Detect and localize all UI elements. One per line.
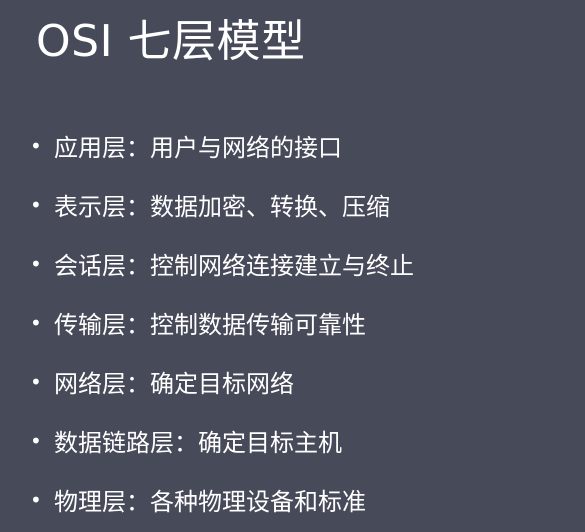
bullet-icon: • <box>30 487 42 512</box>
bullet-icon: • <box>30 133 42 158</box>
bullet-icon: • <box>30 369 42 394</box>
bullet-icon: • <box>30 192 42 217</box>
list-item: • 网络层：确定目标网络 <box>30 352 414 411</box>
list-item: • 应用层：用户与网络的接口 <box>30 116 414 175</box>
list-item: • 数据链路层：确定目标主机 <box>30 411 414 470</box>
list-item: • 表示层：数据加密、转换、压缩 <box>30 175 414 234</box>
list-item-text: 网络层：确定目标网络 <box>54 370 294 398</box>
slide: OSI 七层模型 • 应用层：用户与网络的接口 • 表示层：数据加密、转换、压缩… <box>0 0 585 532</box>
list-item-text: 数据链路层：确定目标主机 <box>54 429 342 457</box>
list-item: • 传输层：控制数据传输可靠性 <box>30 293 414 352</box>
list-item-text: 物理层：各种物理设备和标准 <box>54 488 366 516</box>
bullet-icon: • <box>30 428 42 453</box>
list-item-text: 应用层：用户与网络的接口 <box>54 134 342 162</box>
bullet-list: • 应用层：用户与网络的接口 • 表示层：数据加密、转换、压缩 • 会话层：控制… <box>30 116 414 529</box>
bullet-icon: • <box>30 310 42 335</box>
bullet-icon: • <box>30 251 42 276</box>
list-item-text: 会话层：控制网络连接建立与终止 <box>54 252 414 280</box>
list-item: • 物理层：各种物理设备和标准 <box>30 470 414 529</box>
list-item: • 会话层：控制网络连接建立与终止 <box>30 234 414 293</box>
slide-title: OSI 七层模型 <box>36 16 306 67</box>
list-item-text: 表示层：数据加密、转换、压缩 <box>54 193 390 221</box>
list-item-text: 传输层：控制数据传输可靠性 <box>54 311 366 339</box>
